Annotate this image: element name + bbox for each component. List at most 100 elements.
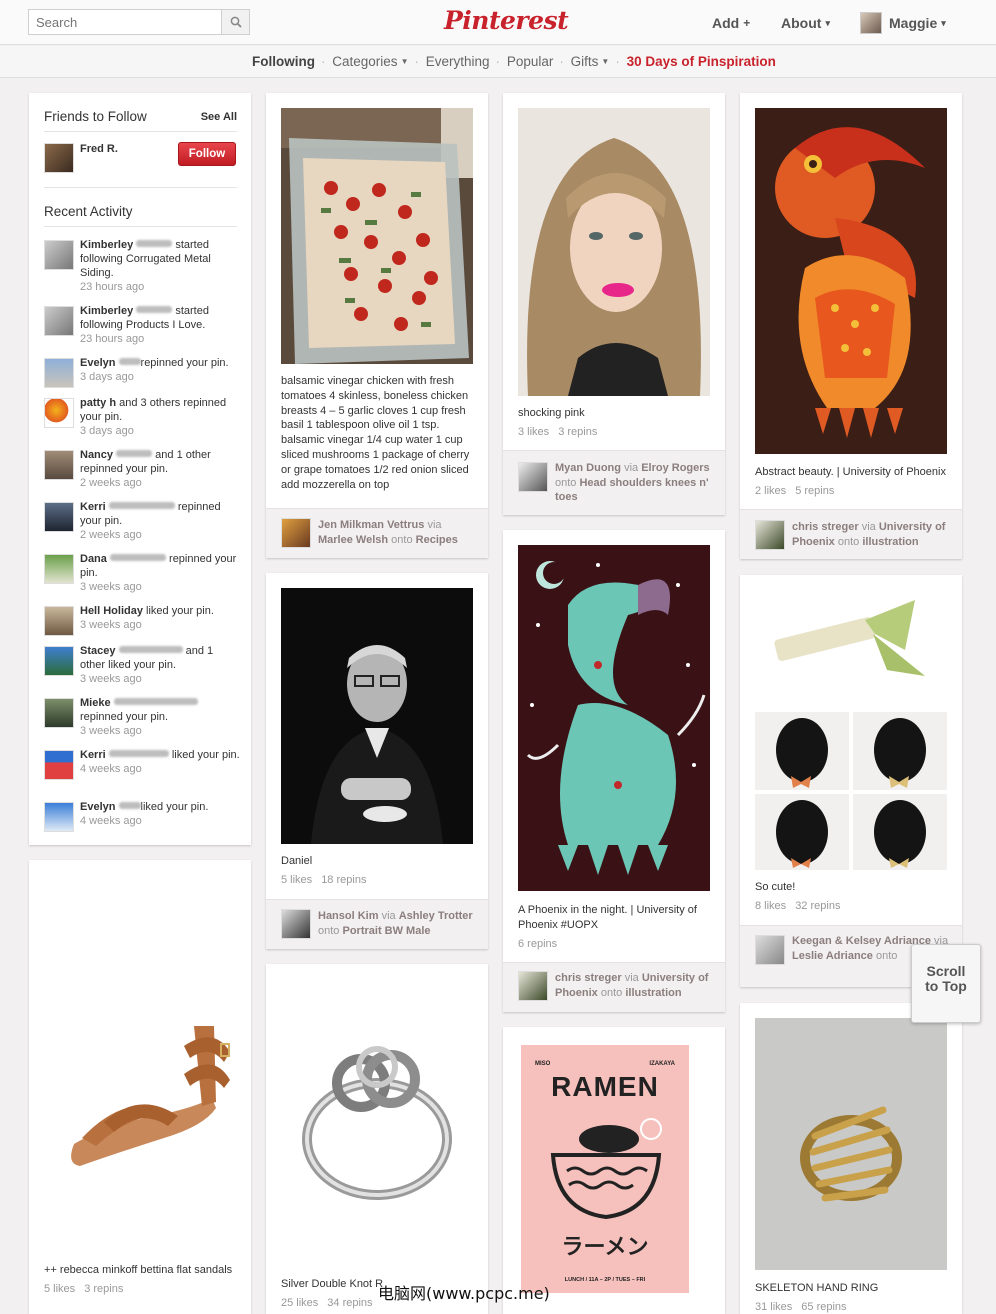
activity-user[interactable]: Dana [80, 553, 107, 565]
pinner-name[interactable]: Jen Milkman Vettrus [318, 519, 424, 531]
model-image[interactable] [518, 108, 710, 396]
likes-count[interactable]: 5 likes [281, 874, 312, 886]
chicken-dish-image[interactable] [281, 108, 473, 364]
likes-count[interactable]: 2 likes [755, 485, 786, 497]
pin-card-dogs[interactable]: So cute! 8 likes 32 repins Keegan & Kelse… [740, 575, 962, 987]
pin-description: Abstract beauty. | University of Phoenix [755, 466, 946, 478]
via-text: via [861, 521, 876, 533]
activity-user[interactable]: Nancy [80, 449, 113, 461]
skeleton-ring-image[interactable] [755, 1018, 947, 1270]
avatar [44, 358, 74, 388]
divider [44, 226, 237, 227]
repins-count[interactable]: 65 repins [801, 1301, 846, 1313]
activity-text: repinned your pin. [140, 357, 229, 369]
search-box [28, 9, 250, 35]
search-input[interactable] [29, 10, 222, 34]
activity-user[interactable]: Evelyn [80, 357, 115, 369]
subnav-pinspiration[interactable]: 30 Days of Pinspiration [627, 54, 776, 69]
via-user[interactable]: Elroy Rogers [641, 462, 709, 474]
repins-count[interactable]: 3 repins [558, 426, 597, 438]
onto-text: onto [837, 535, 860, 548]
subnav-following[interactable]: Following [252, 54, 315, 69]
activity-user[interactable]: Hell Holiday [80, 605, 143, 617]
activity-user[interactable]: Kimberley [80, 305, 133, 317]
pinner-name[interactable]: Hansol Kim [318, 910, 379, 922]
pinner-avatar[interactable] [518, 462, 548, 492]
subnav-gifts[interactable]: Gifts [571, 54, 599, 69]
pin-card-skeleton-ring[interactable]: SKELETON HAND RING 31 likes 65 repins [740, 1003, 962, 1314]
see-all-link[interactable]: See All [201, 111, 237, 123]
likes-count[interactable]: 8 likes [755, 900, 786, 912]
pinner-avatar[interactable] [281, 909, 311, 939]
pinner-name[interactable]: chris streger [792, 521, 859, 533]
activity-user[interactable]: Stacey [80, 645, 115, 657]
via-user[interactable]: Marlee Welsh [318, 534, 388, 546]
phoenix-night-image[interactable] [518, 545, 710, 891]
board-name[interactable]: illustration [625, 987, 681, 999]
subnav-everything[interactable]: Everything [426, 54, 490, 69]
board-name[interactable]: Head shoulders knees n' toes [555, 477, 709, 504]
pin-description: balsamic vinegar chicken with fresh toma… [281, 375, 470, 491]
activity-time: 23 hours ago [80, 333, 145, 345]
likes-count[interactable]: 31 likes [755, 1301, 792, 1313]
repins-count[interactable]: 3 repins [84, 1283, 123, 1295]
sandal-image[interactable] [44, 876, 236, 1256]
chevron-down-icon: ▾ [941, 18, 946, 28]
board-name[interactable]: illustration [862, 536, 918, 548]
about-menu[interactable]: About ▾ [781, 15, 830, 31]
pin-card-chicken[interactable]: balsamic vinegar chicken with fresh toma… [266, 93, 488, 558]
pin-card-abstract[interactable]: Abstract beauty. | University of Phoenix… [740, 93, 962, 559]
via-user[interactable]: Leslie Adriance [792, 950, 873, 962]
pin-card-knot-ring[interactable]: Silver Double Knot R 25 likes 34 repins [266, 964, 488, 1314]
repins-count[interactable]: 5 repins [795, 485, 834, 497]
abstract-bird-image[interactable] [755, 108, 947, 454]
pinterest-logo[interactable]: Pinterest [444, 6, 569, 35]
repins-count[interactable]: 32 repins [795, 900, 840, 912]
pinner-name[interactable]: Myan Duong [555, 462, 621, 474]
likes-count[interactable]: 5 likes [44, 1283, 75, 1295]
repins-count[interactable]: 34 repins [327, 1297, 372, 1309]
likes-count[interactable]: 25 likes [281, 1297, 318, 1309]
pinner-name[interactable]: chris streger [555, 972, 622, 984]
pin-card-ramen[interactable]: MISO IZAKAYA RAMEN ラーメン LUNCH / 11A – 2P… [503, 1027, 725, 1314]
activity-user[interactable]: Kimberley [80, 239, 133, 251]
ramen-poster-image[interactable]: MISO IZAKAYA RAMEN ラーメン LUNCH / 11A – 2P… [521, 1045, 689, 1293]
activity-user[interactable]: Kerri [80, 501, 106, 513]
likes-count[interactable]: 3 likes [518, 426, 549, 438]
dogs-collage-image[interactable] [755, 590, 947, 870]
pin-card-phoenix-night[interactable]: A Phoenix in the night. | University of … [503, 530, 725, 1012]
pin-card-sandals[interactable]: ++ rebecca minkoff bettina flat sandals … [29, 860, 251, 1314]
add-menu[interactable]: Add + [712, 15, 750, 31]
follow-button[interactable]: Follow [178, 142, 236, 166]
subnav-categories[interactable]: Categories [332, 54, 397, 69]
board-name[interactable]: Portrait BW Male [342, 925, 430, 937]
user-menu[interactable]: Maggie ▾ [889, 15, 946, 31]
subnav-popular[interactable]: Popular [507, 54, 554, 69]
activity-user[interactable]: Evelyn [80, 801, 115, 813]
friend-avatar[interactable] [44, 143, 74, 173]
activity-user[interactable]: patty h [80, 397, 116, 409]
user-avatar[interactable] [860, 12, 882, 34]
pinner-avatar[interactable] [755, 520, 785, 550]
pinner-avatar[interactable] [281, 518, 311, 548]
board-name[interactable]: Recipes [416, 534, 458, 546]
search-icon [230, 16, 242, 28]
user-name: Maggie [889, 15, 938, 31]
via-user[interactable]: Ashley Trotter [399, 910, 473, 922]
friend-name[interactable]: Fred R. [80, 143, 118, 155]
redacted-name [116, 450, 153, 457]
pinner-avatar[interactable] [755, 935, 785, 965]
search-button[interactable] [221, 10, 249, 34]
activity-user[interactable]: Mieke [80, 697, 111, 709]
repins-count[interactable]: 18 repins [321, 874, 366, 886]
activity-user[interactable]: Kerri [80, 749, 106, 761]
pinner-avatar[interactable] [518, 971, 548, 1001]
pin-card-shocking-pink[interactable]: shocking pink 3 likes 3 repins Myan Duong… [503, 93, 725, 515]
pin-card-daniel[interactable]: Daniel 5 likes 18 repins Hansol Kim via A… [266, 573, 488, 949]
portrait-image[interactable] [281, 588, 473, 844]
ring-image[interactable] [281, 979, 473, 1275]
via-text: via [427, 519, 442, 531]
repins-count[interactable]: 6 repins [518, 938, 557, 950]
scroll-to-top-button[interactable]: Scroll to Top [911, 944, 981, 1023]
separator: · [414, 54, 419, 69]
